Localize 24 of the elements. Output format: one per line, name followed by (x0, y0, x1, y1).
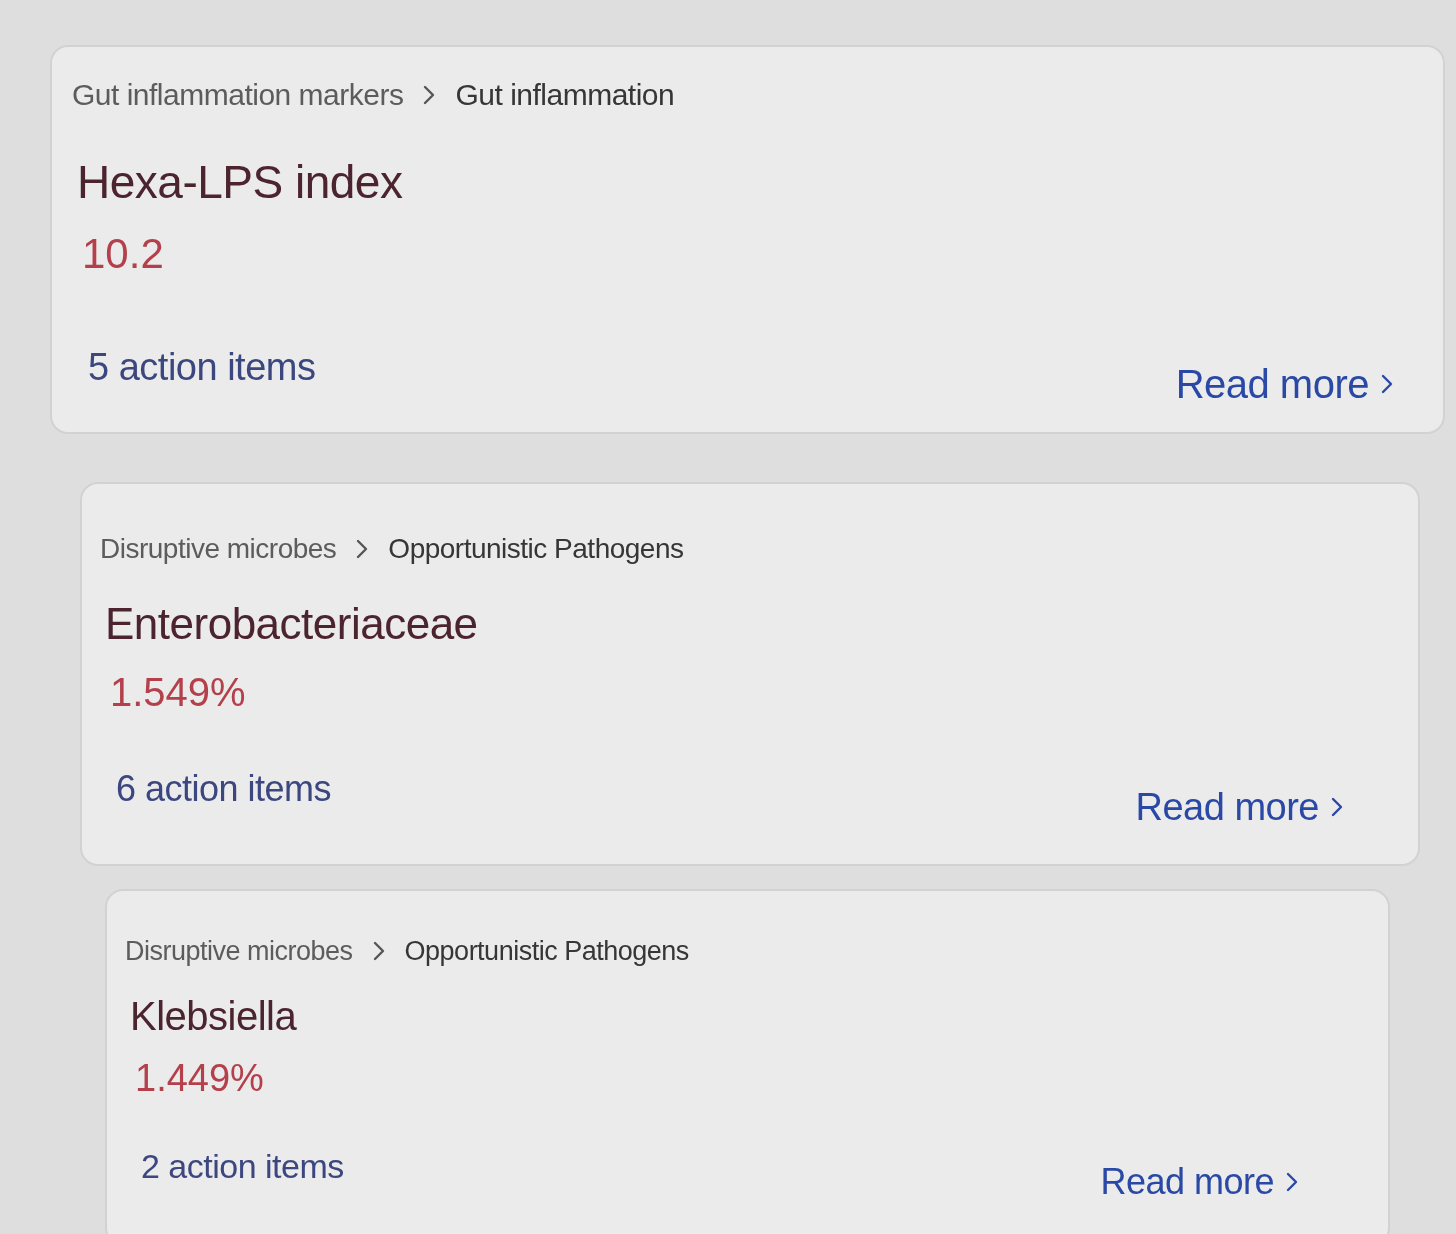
marker-title: Klebsiella (130, 993, 297, 1040)
chevron-icon (356, 539, 369, 559)
chevron-icon (1331, 796, 1343, 818)
marker-value: 1.549% (110, 669, 246, 716)
marker-title: Hexa-LPS index (77, 155, 403, 210)
action-items-link[interactable]: 5 action items (88, 344, 316, 390)
action-items-link[interactable]: 6 action items (116, 767, 332, 811)
chevron-icon (372, 941, 385, 961)
chevron-icon (1286, 1171, 1298, 1193)
marker-value: 10.2 (82, 229, 164, 279)
breadcrumb-item[interactable]: Gut inflammation (455, 77, 675, 113)
read-more-link[interactable]: Read more (1100, 1160, 1298, 1204)
read-more-link[interactable]: Read more (1175, 360, 1393, 408)
breadcrumb-item[interactable]: Disruptive microbes (100, 532, 337, 566)
marker-title: Enterobacteriaceae (105, 598, 478, 650)
read-more-link[interactable]: Read more (1135, 784, 1343, 830)
breadcrumb-item[interactable]: Gut inflammation markers (72, 77, 404, 113)
breadcrumb-item[interactable]: Opportunistic Pathogens (404, 935, 689, 967)
breadcrumb-item[interactable]: Disruptive microbes (125, 935, 353, 967)
chevron-icon (423, 85, 436, 105)
action-items-link[interactable]: 2 action items (141, 1145, 344, 1187)
marker-value: 1.449% (135, 1056, 264, 1100)
chevron-icon (1381, 373, 1393, 395)
breadcrumb-item[interactable]: Opportunistic Pathogens (388, 532, 684, 566)
